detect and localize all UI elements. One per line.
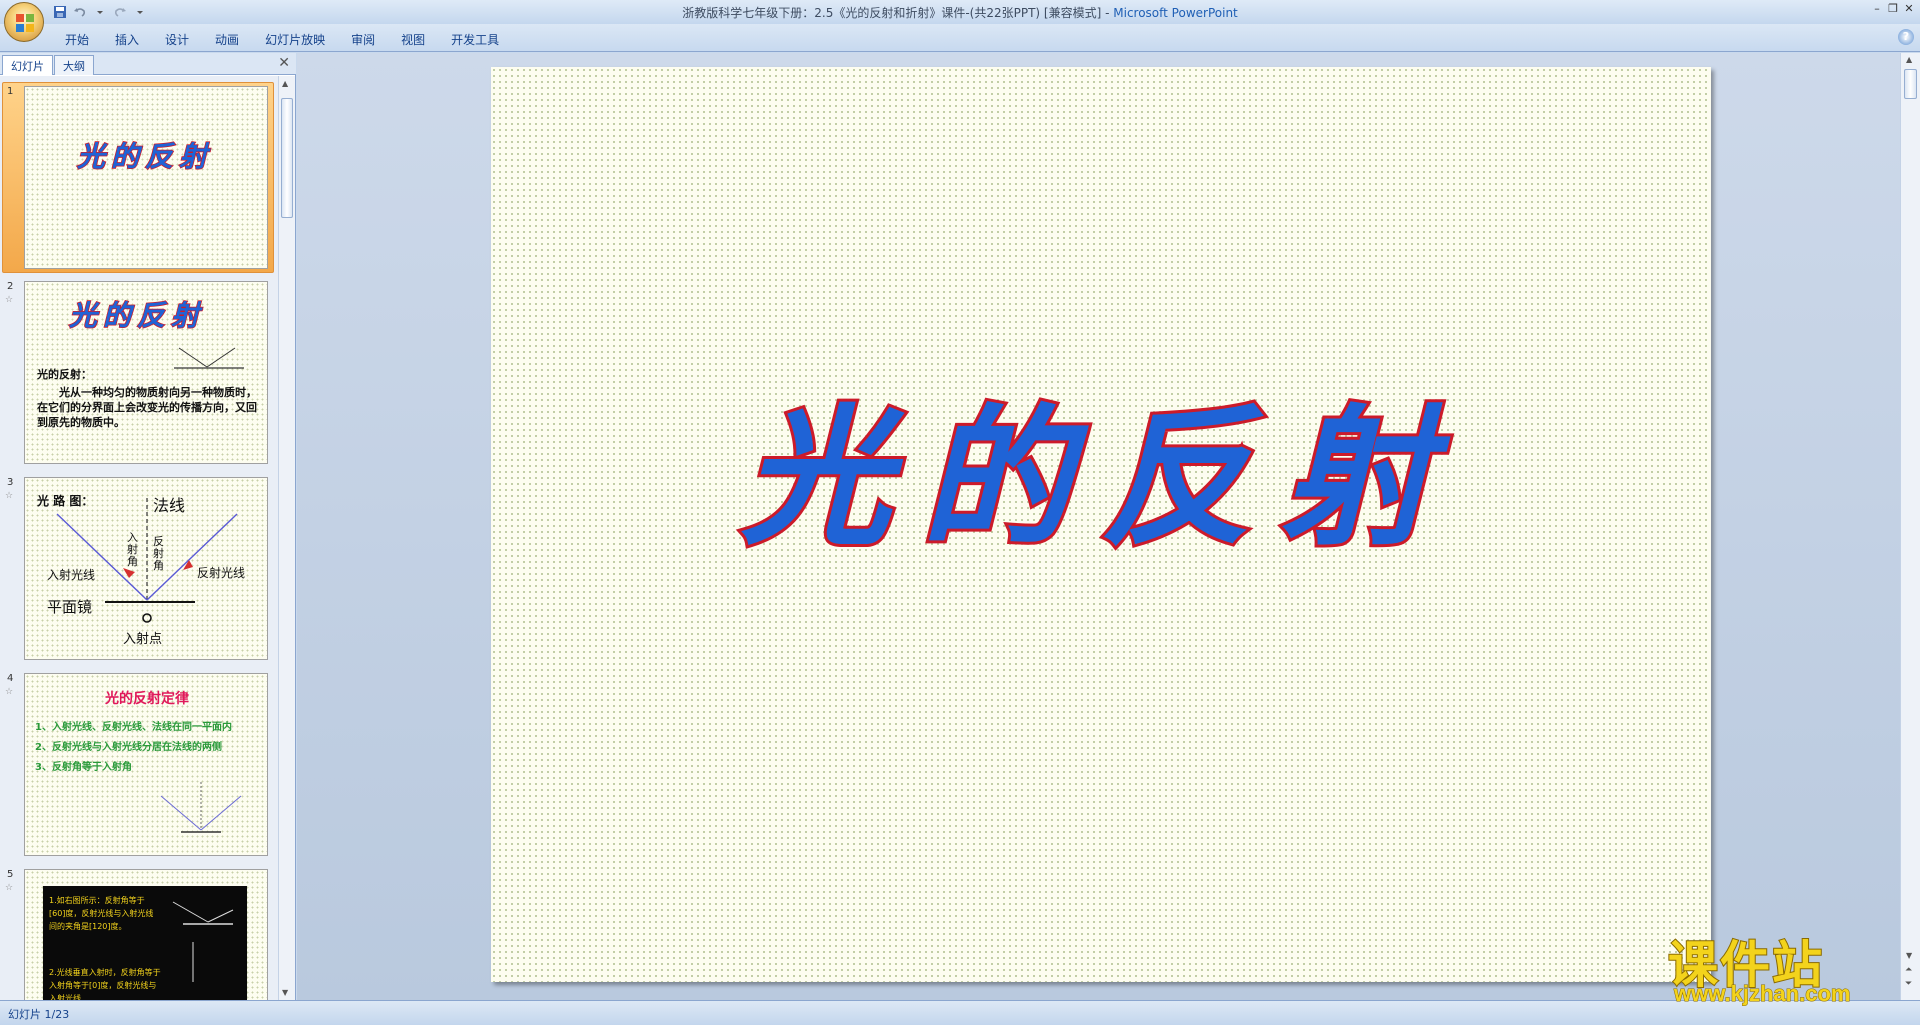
reflect-ray-label: 反射光线: [197, 566, 246, 580]
previous-slide-icon[interactable]: ⏶: [1905, 965, 1912, 975]
app-name: Microsoft PowerPoint: [1113, 6, 1238, 20]
tab-design[interactable]: 设计: [152, 29, 202, 50]
mirror-label: 平面镜: [47, 598, 93, 616]
close-pane-icon[interactable]: ✕: [278, 55, 290, 71]
watermark: 课件站 www.kjzhan.com: [1667, 925, 1900, 1007]
diagram-label: 光 路 图：: [37, 494, 94, 508]
slide-thumbnail-5[interactable]: 1.如右图所示：反射角等于[60]度，反射光线与入射光线间的夹角是[120]度。…: [24, 869, 268, 1000]
slides-pane: 幻灯片 大纲 ✕ 1 光的反射 2 ☆ 光的反射 光的反射： 光从一种均匀的物质…: [0, 53, 296, 1000]
slide-number: 3: [7, 477, 14, 488]
ribbon-tabs-bar: 开始 插入 设计 动画 幻灯片放映 审阅 视图 开发工具 ?: [0, 24, 1920, 52]
thumbnail-heading: 光的反射：: [37, 368, 92, 381]
thumbnail-body: 光从一种均匀的物质射向另一种物质时，在它们的分界面上会改变光的传播方向，又回到原…: [37, 386, 257, 429]
scrollbar-thumb[interactable]: [281, 98, 293, 218]
slide-number: 5: [7, 869, 14, 880]
reflection-sketch-icon: [174, 347, 244, 369]
document-title: 浙教版科学七年级下册：2.5《光的反射和折射》课件-(共22张PPT) [兼容模…: [682, 6, 1114, 20]
incident-angle-label: 入射角: [127, 531, 138, 568]
slide-title[interactable]: 光的反射: [491, 357, 1711, 574]
thumbnail-scrollbar[interactable]: ▲ ▼: [278, 76, 295, 1000]
law-line-1: 1、入射光线、反射光线、法线在同一平面内: [35, 722, 232, 733]
slide-thumbnail-4[interactable]: 光的反射定律 1、入射光线、反射光线、法线在同一平面内 2、反射光线与入射光线分…: [24, 673, 268, 856]
restore-icon[interactable]: ❐: [1886, 2, 1900, 16]
law-line-3: 3、反射角等于入射角: [35, 762, 132, 773]
status-bar: 幻灯片 1/23: [0, 1000, 1920, 1025]
window-title: 浙教版科学七年级下册：2.5《光的反射和折射》课件-(共22张PPT) [兼容模…: [0, 4, 1920, 21]
tab-animations[interactable]: 动画: [202, 29, 252, 50]
mini-ray-diagram: [160, 782, 242, 833]
exercise-diagram: [172, 901, 234, 982]
tab-view[interactable]: 视图: [388, 29, 438, 50]
tab-home[interactable]: 开始: [52, 29, 102, 50]
tab-insert[interactable]: 插入: [102, 29, 152, 50]
pane-tabs: 幻灯片 大纲 ✕: [0, 53, 296, 75]
slide-thumbnail-3[interactable]: 光 路 图： 法线 入射角 反射角 入射光线 反射光线 平面镜 入射点: [24, 477, 268, 660]
law-line-2: 2、反射光线与入射光线分居在法线的两侧: [35, 742, 222, 753]
tab-developer[interactable]: 开发工具: [438, 29, 512, 50]
window-controls: – ❐ ✕: [1870, 2, 1916, 16]
normal-label: 法线: [153, 496, 186, 515]
slide-thumbnail-2[interactable]: 光的反射 光的反射： 光从一种均匀的物质射向另一种物质时，在它们的分界面上会改变…: [24, 281, 268, 464]
office-logo-icon: [16, 14, 34, 32]
slide-thumbnail-1[interactable]: 光的反射: [24, 86, 268, 269]
animation-star-icon: ☆: [5, 687, 14, 697]
tab-slideshow[interactable]: 幻灯片放映: [252, 29, 338, 50]
animation-star-icon: ☆: [5, 295, 14, 305]
tab-slides[interactable]: 幻灯片: [2, 55, 53, 75]
thumbnail-title: 光的反射: [76, 139, 214, 174]
scroll-up-icon[interactable]: ▲: [1906, 55, 1912, 64]
minimize-icon[interactable]: –: [1870, 2, 1884, 16]
scroll-down-icon[interactable]: ▼: [282, 988, 288, 997]
current-slide[interactable]: 光的反射: [491, 67, 1711, 982]
exercise-1: 1.如右图所示：反射角等于[60]度，反射光线与入射光线间的夹角是[120]度。: [49, 896, 154, 931]
exercise-2: 2.光线垂直入射时，反射角等于入射角等于[0]度，反射光线与入射光线: [49, 968, 161, 1000]
slide-number: 2: [7, 281, 14, 292]
thumbnail-title: 光的反射定律: [105, 691, 189, 707]
reflect-angle-label: 反射角: [153, 535, 164, 572]
incident-point-label: 入射点: [123, 632, 163, 647]
slide-number: 1: [7, 86, 14, 97]
slide-scrollbar[interactable]: ▲ ▼ ⏶ ⏷: [1900, 53, 1920, 1000]
tab-outline[interactable]: 大纲: [54, 55, 94, 75]
slide-counter: 幻灯片 1/23: [8, 1008, 70, 1021]
title-bar: 浙教版科学七年级下册：2.5《光的反射和折射》课件-(共22张PPT) [兼容模…: [0, 0, 1920, 42]
thumbnail-row-4[interactable]: 4 ☆ 光的反射定律 1、入射光线、反射光线、法线在同一平面内 2、反射光线与入…: [0, 669, 278, 861]
animation-star-icon: ☆: [5, 883, 14, 893]
thumbnail-title: 光的反射: [68, 298, 206, 333]
help-icon[interactable]: ?: [1898, 29, 1914, 45]
scroll-down-icon[interactable]: ▼: [1906, 951, 1912, 960]
animation-star-icon: ☆: [5, 491, 14, 501]
scroll-up-icon[interactable]: ▲: [282, 79, 288, 88]
thumbnail-row-1[interactable]: 1 光的反射: [0, 82, 278, 274]
incident-ray-label: 入射光线: [47, 568, 96, 582]
slide-number: 4: [7, 673, 14, 684]
thumbnail-row-2[interactable]: 2 ☆ 光的反射 光的反射： 光从一种均匀的物质射向另一种物质时，在它们的分界面…: [0, 277, 278, 469]
thumbnail-list: 1 光的反射 2 ☆ 光的反射 光的反射： 光从一种均匀的物质射向另一种物质时，…: [0, 76, 278, 1000]
office-button[interactable]: [4, 2, 44, 42]
scrollbar-thumb[interactable]: [1904, 69, 1917, 99]
thumbnail-row-3[interactable]: 3 ☆ 光 路 图： 法线 入射角 反射角 入射光线 反射光线 平面镜 入射点: [0, 473, 278, 665]
thumbnail-row-5[interactable]: 5 ☆ 1.如右图所示：反射角等于[60]度，反射光线与入射光线间的夹角是[12…: [0, 865, 278, 1000]
dark-panel: 1.如右图所示：反射角等于[60]度，反射光线与入射光线间的夹角是[120]度。…: [43, 886, 247, 1000]
watermark-url: www.kjzhan.com: [1673, 981, 1851, 1007]
close-icon[interactable]: ✕: [1902, 2, 1916, 16]
next-slide-icon[interactable]: ⏷: [1905, 979, 1912, 989]
tab-review[interactable]: 审阅: [338, 29, 388, 50]
